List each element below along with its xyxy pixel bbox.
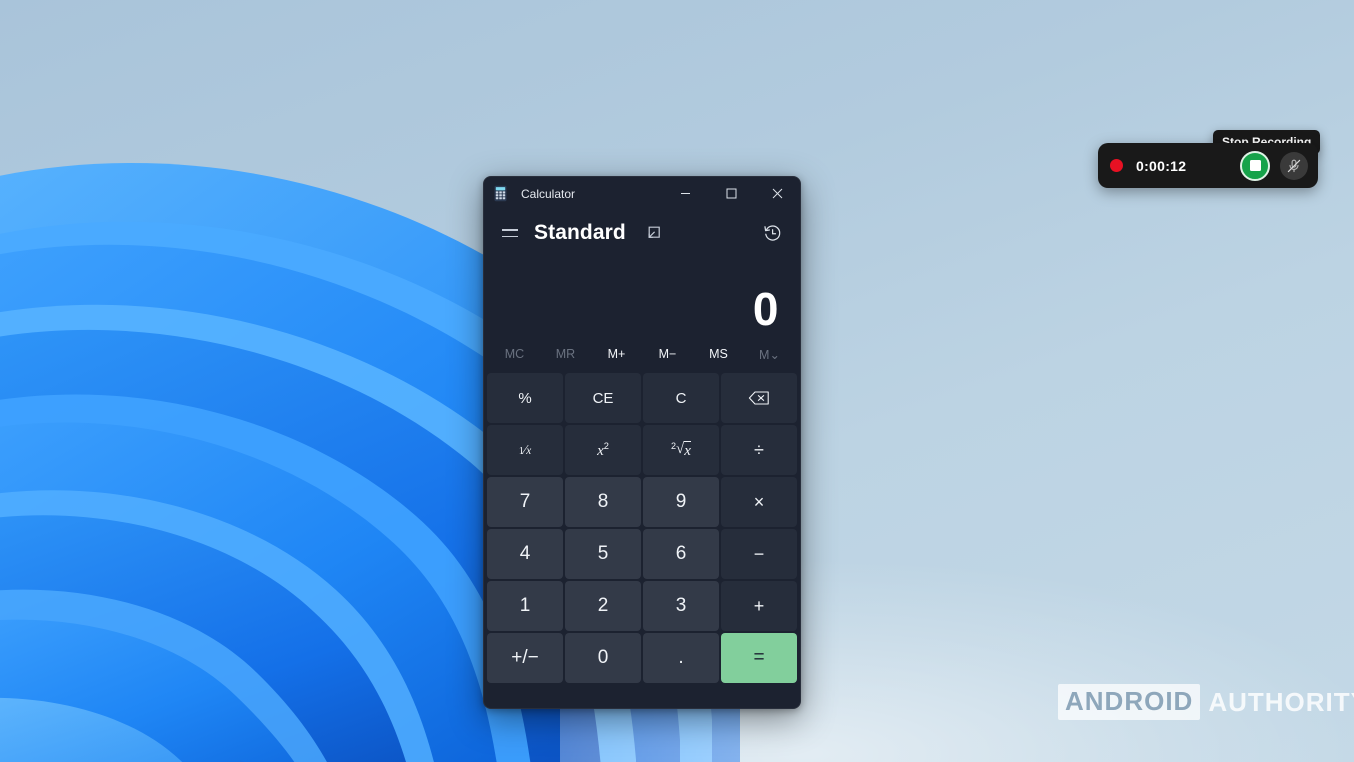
key-label: 2 √ x <box>671 440 691 459</box>
key-label: . <box>678 647 684 668</box>
record-dot-icon <box>1110 159 1123 172</box>
stop-square-icon <box>1249 160 1261 171</box>
key-label: × <box>753 491 765 512</box>
window-titlebar[interactable]: Calculator <box>484 177 800 210</box>
microphone-toggle-button[interactable] <box>1280 151 1308 180</box>
hamburger-menu-icon[interactable] <box>494 217 526 249</box>
key-label: = <box>753 647 765 668</box>
key-label: CE <box>592 389 614 407</box>
sign-toggle-key[interactable]: +/− <box>487 633 563 683</box>
keep-on-top-icon <box>648 226 660 238</box>
key-label: C <box>675 389 687 407</box>
decimal-point-key[interactable]: . <box>643 633 719 683</box>
clear-entry-key[interactable]: CE <box>565 373 641 423</box>
calculator-display[interactable]: 0 <box>484 256 800 338</box>
page-title: Standard <box>534 221 626 244</box>
key-label: 2 <box>597 595 609 616</box>
maximize-icon <box>726 188 736 199</box>
key-label: +/− <box>511 647 539 668</box>
minimize-icon <box>680 193 690 194</box>
watermark-plain-word: AUTHORITY <box>1208 686 1354 717</box>
calculator-keypad[interactable]: % CE C 1 ⁄ x x2 2 √ x ÷ 7 8 9 × 4 5 6 − 1 2 3 + +/− 0. = <box>484 370 800 687</box>
divide-key[interactable]: ÷ <box>721 425 797 475</box>
key-label: 8 <box>597 491 609 512</box>
reciprocal-key[interactable]: 1 ⁄ x <box>487 425 563 475</box>
add-key[interactable]: + <box>721 581 797 631</box>
key-label: 7 <box>519 491 531 512</box>
key-label: 5 <box>597 543 609 564</box>
digit-1-key[interactable]: 1 <box>487 581 563 631</box>
subtract-key[interactable]: − <box>721 529 797 579</box>
hamburger-line <box>502 229 518 231</box>
multiply-key[interactable]: × <box>721 477 797 527</box>
history-button[interactable] <box>756 217 788 249</box>
screen-recorder-widget[interactable]: 0:00:12 <box>1098 143 1318 188</box>
digit-6-key[interactable]: 6 <box>643 529 719 579</box>
key-label: % <box>518 389 532 407</box>
key-label: 1 ⁄ x <box>518 442 532 457</box>
display-value: 0 <box>752 283 779 335</box>
digit-7-key[interactable]: 7 <box>487 477 563 527</box>
digit-5-key[interactable]: 5 <box>565 529 641 579</box>
key-label: 4 <box>519 543 531 564</box>
watermark-boxed-word: ANDROID <box>1058 684 1201 720</box>
digit-8-key[interactable]: 8 <box>565 477 641 527</box>
window-title: Calculator <box>521 186 576 201</box>
calculator-icon <box>494 185 507 202</box>
key-label: x2 <box>597 440 609 459</box>
digit-0-key[interactable]: 0 <box>565 633 641 683</box>
memory-button-m[interactable]: M+ <box>591 340 642 368</box>
key-label: 0 <box>597 647 609 668</box>
backspace-icon <box>748 391 769 405</box>
minimize-button[interactable] <box>662 177 708 210</box>
memory-button-mr: MR <box>555 347 576 361</box>
key-label: + <box>753 595 765 616</box>
equals-key[interactable]: = <box>721 633 797 683</box>
key-label: 1 <box>519 595 531 616</box>
percent-key[interactable]: % <box>487 373 563 423</box>
key-label: 3 <box>675 595 687 616</box>
digit-9-key[interactable]: 9 <box>643 477 719 527</box>
keep-on-top-button[interactable] <box>640 219 668 247</box>
calculator-window[interactable]: Calculator Standard 0 MC MR M+ M− MS M⌄ … <box>483 176 801 709</box>
digit-3-key[interactable]: 3 <box>643 581 719 631</box>
close-button[interactable] <box>754 177 800 210</box>
close-icon <box>772 188 782 199</box>
microphone-muted-icon <box>1287 159 1301 172</box>
maximize-button[interactable] <box>708 177 754 210</box>
hamburger-line <box>502 235 518 237</box>
key-label: ÷ <box>754 439 764 460</box>
memory-button-m: M⌄ <box>759 347 780 362</box>
clear-key[interactable]: C <box>643 373 719 423</box>
key-label: 6 <box>675 543 687 564</box>
square-key[interactable]: x2 <box>565 425 641 475</box>
memory-button-ms[interactable]: MS <box>693 340 744 368</box>
square-root-key[interactable]: 2 √ x <box>643 425 719 475</box>
backspace-key[interactable] <box>721 373 797 423</box>
memory-button-mc: MC <box>504 347 525 361</box>
calculator-header: Standard <box>484 210 800 256</box>
history-clock-icon <box>763 224 780 241</box>
recording-elapsed-time: 0:00:12 <box>1136 157 1187 174</box>
memory-button-m[interactable]: M− <box>642 340 693 368</box>
key-label: 9 <box>675 491 687 512</box>
memory-button-row[interactable]: MC MR M+ M− MS M⌄ <box>484 338 800 370</box>
stop-recording-button[interactable] <box>1240 150 1270 181</box>
digit-4-key[interactable]: 4 <box>487 529 563 579</box>
android-authority-watermark: ANDROID AUTHORITY <box>1058 684 1354 720</box>
window-controls[interactable] <box>662 177 800 210</box>
digit-2-key[interactable]: 2 <box>565 581 641 631</box>
key-label: − <box>753 543 765 564</box>
